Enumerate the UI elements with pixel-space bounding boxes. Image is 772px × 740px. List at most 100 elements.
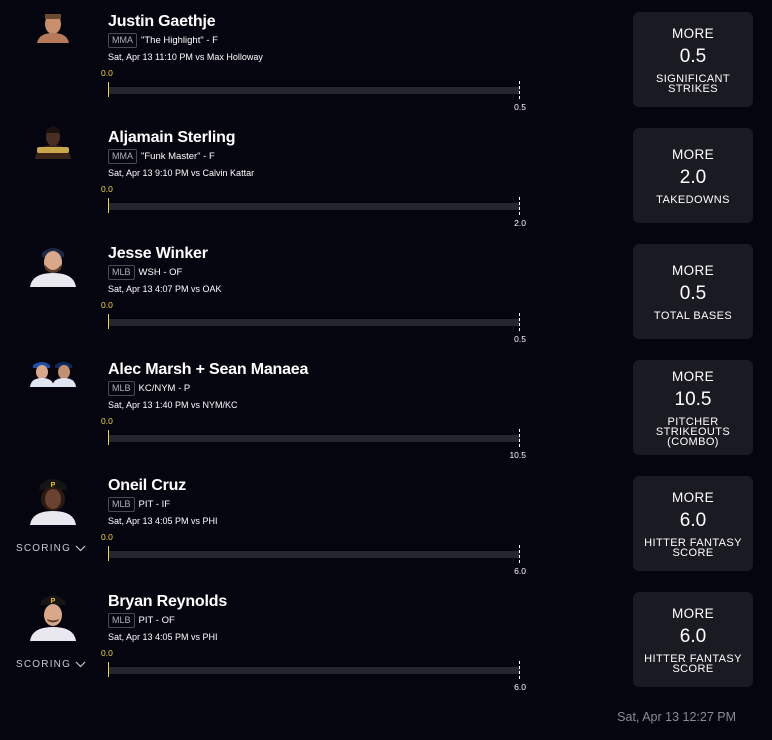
progress-track — [108, 319, 520, 326]
pick-direction: MORE — [671, 25, 715, 41]
current-value: 0.0 — [101, 300, 113, 310]
progress-track — [108, 87, 520, 94]
progress-start-marker — [108, 82, 109, 97]
scoring-label: SCORING — [16, 659, 72, 670]
line-value-label: 6.0 — [514, 566, 526, 576]
league-badge: MLB — [108, 265, 135, 280]
progress-start-marker — [108, 662, 109, 677]
stat-type: SIGNIFICANT STRIKES — [655, 72, 731, 95]
game-info: Sat, Apr 13 4:07 PM vs OAK — [108, 284, 222, 294]
line-value-label: 0.5 — [514, 102, 526, 112]
league-badge: MLB — [108, 497, 135, 512]
player-meta: MLB PIT - IF — [108, 497, 170, 512]
pick-card[interactable]: MORE 6.0 HITTER FANTASY SCORE — [633, 592, 753, 687]
pick-line: 6.0 — [679, 509, 707, 531]
player-avatar — [27, 243, 79, 291]
current-value: 0.0 — [101, 68, 113, 78]
player-meta: MMA "The Highlight" - F — [108, 33, 218, 48]
pick-line: 0.5 — [679, 282, 707, 304]
player-detail: PIT - IF — [138, 499, 171, 510]
pick-row: P Oneil Cruz MLB PIT - IF Sat, Apr 13 4:… — [0, 465, 772, 581]
line-marker — [519, 661, 520, 679]
line-value-label: 6.0 — [514, 682, 526, 692]
game-info: Sat, Apr 13 1:40 PM vs NYM/KC — [108, 400, 238, 410]
progress-start-marker — [108, 198, 109, 213]
player-name: Justin Gaethje — [108, 13, 216, 30]
stat-type: HITTER FANTASY SCORE — [644, 536, 742, 559]
chevron-down-icon — [75, 545, 86, 552]
player-detail: PIT - OF — [138, 615, 175, 626]
pick-list-page: Justin Gaethje MMA "The Highlight" - F S… — [0, 0, 772, 740]
pick-row: Justin Gaethje MMA "The Highlight" - F S… — [0, 1, 772, 117]
player-detail: "Funk Master" - F — [141, 151, 215, 162]
stat-type: TAKEDOWNS — [656, 193, 730, 206]
player-avatar: P — [27, 591, 79, 641]
progress-track — [108, 203, 520, 210]
line-marker — [519, 429, 520, 447]
line-marker — [519, 313, 520, 331]
stat-type: HITTER FANTASY SCORE — [644, 652, 742, 675]
current-value: 0.0 — [101, 532, 113, 542]
player-detail: "The Highlight" - F — [141, 35, 218, 46]
pick-card[interactable]: MORE 6.0 HITTER FANTASY SCORE — [633, 476, 753, 571]
progress-track — [108, 667, 520, 674]
player-name: Alec Marsh + Sean Manaea — [108, 361, 309, 378]
pick-row: Jesse Winker MLB WSH - OF Sat, Apr 13 4:… — [0, 233, 772, 349]
game-info: Sat, Apr 13 4:05 PM vs PHI — [108, 516, 218, 526]
pick-line: 10.5 — [674, 388, 712, 410]
pick-row: Aljamain Sterling MMA "Funk Master" - F … — [0, 117, 772, 233]
league-badge: MLB — [108, 381, 135, 396]
pick-card[interactable]: MORE 0.5 TOTAL BASES — [633, 244, 753, 339]
scoring-toggle[interactable]: SCORING — [16, 659, 86, 670]
current-value: 0.0 — [101, 416, 113, 426]
scoring-toggle[interactable]: SCORING — [16, 543, 86, 554]
player-avatar — [27, 11, 79, 59]
player-meta: MLB KC/NYM - P — [108, 381, 190, 396]
game-info: Sat, Apr 13 4:05 PM vs PHI — [108, 632, 218, 642]
league-badge: MMA — [108, 149, 137, 164]
svg-text:P: P — [51, 598, 56, 605]
pick-row: Alec Marsh + Sean Manaea MLB KC/NYM - P … — [0, 349, 772, 465]
player-meta: MLB PIT - OF — [108, 613, 175, 628]
player-detail: WSH - OF — [138, 267, 183, 278]
last-updated-timestamp: Sat, Apr 13 12:27 PM — [617, 710, 736, 724]
chevron-down-icon — [75, 661, 86, 668]
pick-direction: MORE — [671, 489, 715, 505]
league-badge: MLB — [108, 613, 135, 628]
stat-type: PITCHER STRIKEOUTS (COMBO) — [655, 415, 731, 448]
line-marker — [519, 197, 520, 215]
progress-start-marker — [108, 546, 109, 561]
stat-type: TOTAL BASES — [653, 309, 733, 322]
line-value-label: 10.5 — [509, 450, 526, 460]
current-value: 0.0 — [101, 648, 113, 658]
current-value: 0.0 — [101, 184, 113, 194]
pick-card[interactable]: MORE 10.5 PITCHER STRIKEOUTS (COMBO) — [633, 360, 753, 455]
pick-direction: MORE — [671, 368, 715, 384]
game-info: Sat, Apr 13 9:10 PM vs Calvin Kattar — [108, 168, 255, 178]
player-meta: MLB WSH - OF — [108, 265, 182, 280]
pick-card[interactable]: MORE 0.5 SIGNIFICANT STRIKES — [633, 12, 753, 107]
line-marker — [519, 81, 520, 99]
line-value-label: 2.0 — [514, 218, 526, 228]
player-name: Jesse Winker — [108, 245, 208, 262]
line-value-label: 0.5 — [514, 334, 526, 344]
league-badge: MMA — [108, 33, 137, 48]
player-name: Oneil Cruz — [108, 477, 187, 494]
player-meta: MMA "Funk Master" - F — [108, 149, 215, 164]
player-avatar — [27, 361, 79, 409]
pick-line: 2.0 — [679, 166, 707, 188]
progress-track — [108, 551, 520, 558]
progress-start-marker — [108, 430, 109, 445]
pick-direction: MORE — [671, 262, 715, 278]
line-marker — [519, 545, 520, 563]
player-avatar — [27, 125, 79, 173]
game-info: Sat, Apr 13 11:10 PM vs Max Holloway — [108, 52, 263, 62]
player-name: Aljamain Sterling — [108, 129, 236, 146]
player-name: Bryan Reynolds — [108, 593, 228, 610]
pick-card[interactable]: MORE 2.0 TAKEDOWNS — [633, 128, 753, 223]
player-detail: KC/NYM - P — [138, 383, 191, 394]
progress-start-marker — [108, 314, 109, 329]
pick-row: P Bryan Reynolds MLB PIT - OF Sat, Apr 1… — [0, 581, 772, 697]
scoring-label: SCORING — [16, 543, 72, 554]
pick-line: 6.0 — [679, 625, 707, 647]
